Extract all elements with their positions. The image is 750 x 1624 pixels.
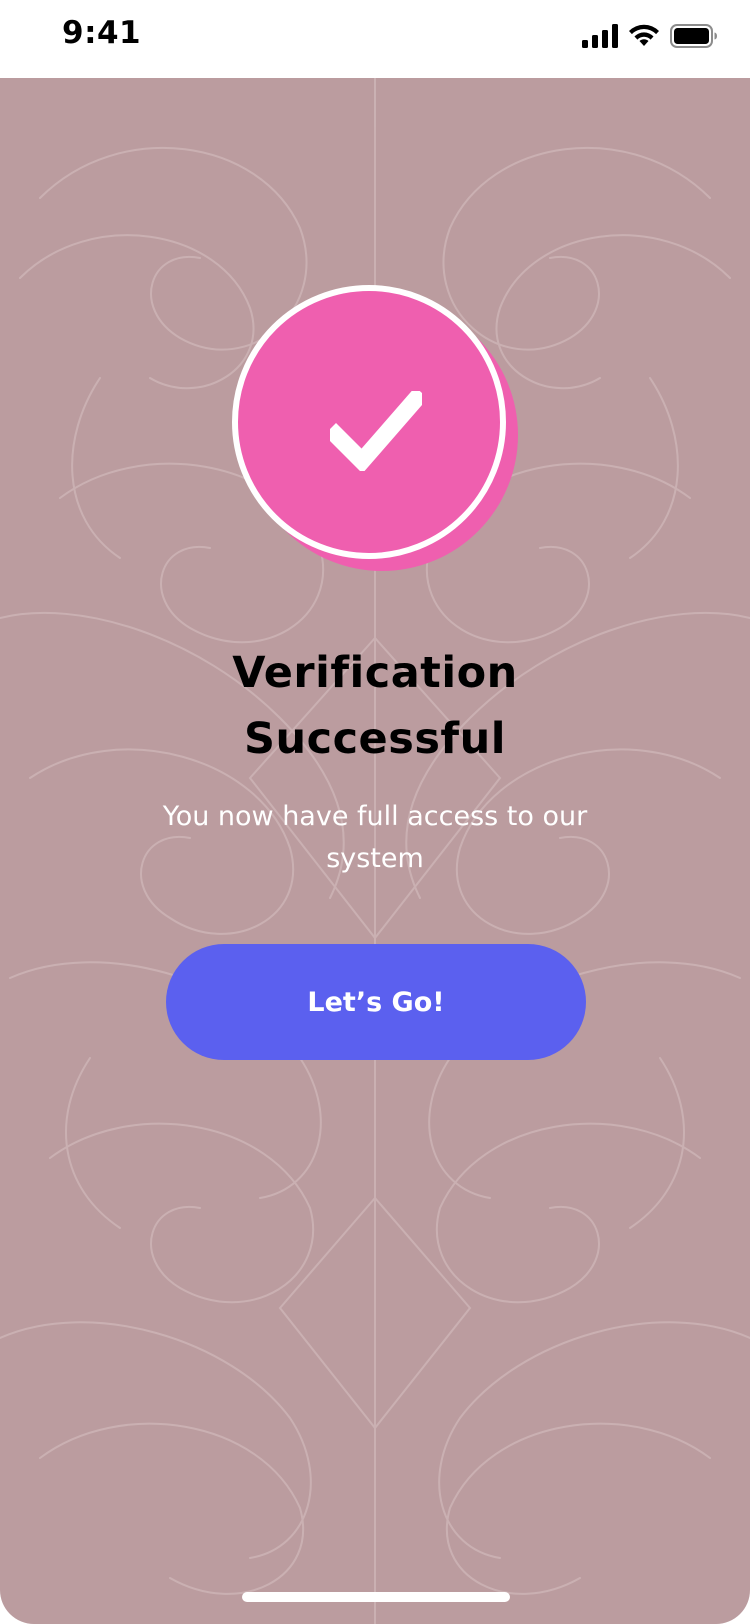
title-line-1: Verification xyxy=(232,648,518,698)
lets-go-button[interactable]: Let’s Go! xyxy=(166,944,586,1060)
verification-success-screen: 9:41 Verification Successful You now hav… xyxy=(0,0,750,1624)
status-time: 9:41 xyxy=(62,15,142,51)
checkmark-icon xyxy=(330,391,422,471)
success-badge xyxy=(232,285,522,575)
badge-circle xyxy=(232,285,506,559)
status-bar: 9:41 xyxy=(0,0,750,78)
battery-icon xyxy=(670,24,718,48)
page-title: Verification Successful xyxy=(0,640,750,772)
subtitle-text: You now have full access to our system xyxy=(162,801,588,874)
title-line-2: Successful xyxy=(244,714,506,764)
status-icons xyxy=(582,22,718,50)
home-indicator[interactable] xyxy=(242,1592,510,1602)
wifi-icon xyxy=(628,24,660,48)
cellular-signal-icon xyxy=(582,24,618,48)
